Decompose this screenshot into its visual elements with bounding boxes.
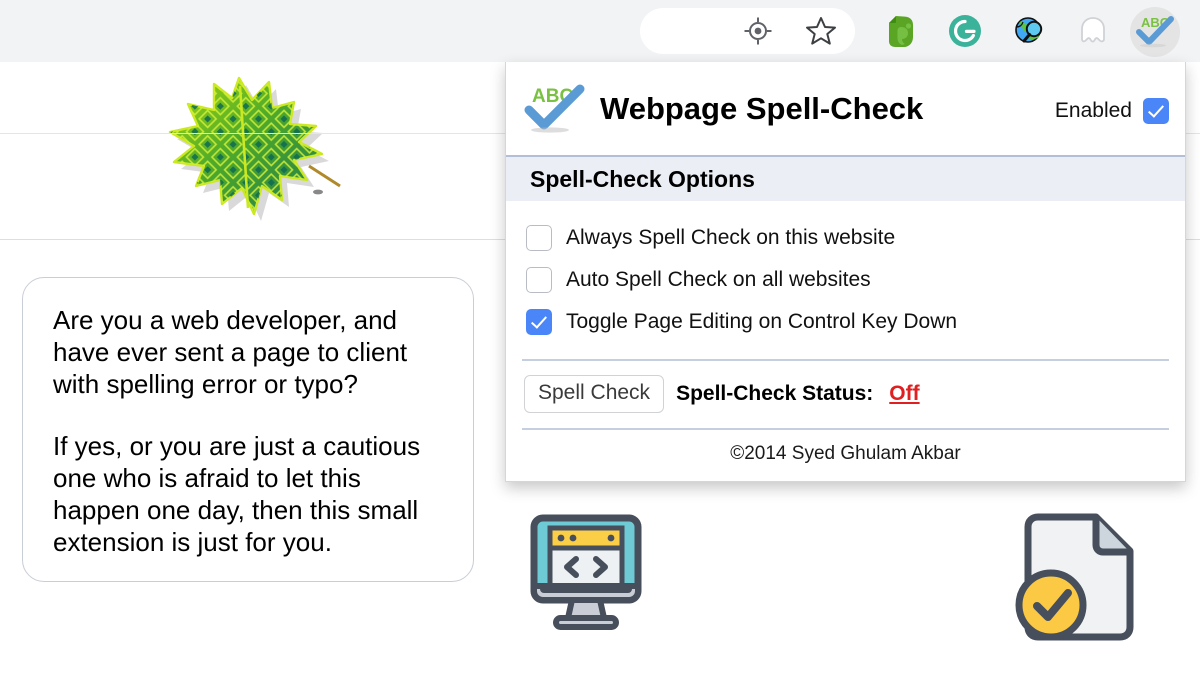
option-checkbox-auto-spell-check[interactable] — [526, 267, 552, 293]
code-monitor-icon — [512, 502, 660, 650]
option-row-auto-spell-check[interactable]: Auto Spell Check on all websites — [526, 259, 1185, 301]
enabled-checkbox[interactable] — [1143, 98, 1169, 124]
option-checkbox-toggle-page-editing[interactable] — [526, 309, 552, 335]
options-list: Always Spell Check on this website Auto … — [506, 201, 1185, 349]
globe-search-icon[interactable] — [1007, 8, 1053, 54]
popup-copyright: ©2014 Syed Ghulam Akbar — [730, 443, 961, 465]
document-check-icon — [1010, 505, 1150, 655]
option-label-auto-spell-check: Auto Spell Check on all websites — [566, 268, 871, 291]
bookmark-star-icon[interactable] — [798, 8, 844, 54]
option-label-always-spell-check: Always Spell Check on this website — [566, 226, 896, 249]
popup-title: Webpage Spell-Check — [600, 90, 924, 126]
spell-check-status-value: Off — [889, 382, 920, 406]
option-row-toggle-page-editing[interactable]: Toggle Page Editing on Control Key Down — [526, 301, 1185, 343]
abc-checkmark-logo-icon: ABC — [522, 81, 590, 137]
option-label-toggle-page-editing: Toggle Page Editing on Control Key Down — [566, 310, 958, 333]
option-checkbox-always-spell-check[interactable] — [526, 225, 552, 251]
browser-toolbar: ABC — [0, 0, 1200, 62]
ghost-icon[interactable] — [1070, 8, 1116, 54]
option-row-always-spell-check[interactable]: Always Spell Check on this website — [526, 217, 1185, 259]
evernote-icon[interactable] — [878, 8, 924, 54]
intro-paragraph-2: If yes, or you are just a cautious one w… — [53, 431, 421, 557]
location-target-icon[interactable] — [735, 8, 781, 54]
enabled-label: Enabled — [1054, 99, 1132, 122]
leaf-logo-image — [140, 62, 360, 227]
enabled-toggle-group[interactable]: Enabled — [1055, 98, 1169, 124]
options-section-header: Spell-Check Options — [506, 155, 1185, 201]
webpage-spell-check-icon[interactable]: ABC — [1132, 8, 1178, 54]
intro-paragraph-1: Are you a web developer, and have ever s… — [53, 305, 408, 399]
screenshot-root: ABC Are you a web developer, and have ev… — [0, 0, 1200, 675]
options-section-header-label: Spell-Check Options — [530, 165, 755, 192]
spell-check-popup: ABC Webpage Spell-Check Enabled Spell-Ch… — [505, 62, 1186, 482]
intro-text-card: Are you a web developer, and have ever s… — [22, 277, 474, 582]
spell-check-button[interactable]: Spell Check — [524, 375, 665, 414]
popup-header: ABC Webpage Spell-Check Enabled — [506, 62, 1185, 155]
popup-action-row: Spell Check Spell-Check Status: Off — [506, 361, 1185, 414]
spell-check-status-label: Spell-Check Status: — [676, 382, 874, 406]
grammarly-icon[interactable] — [942, 8, 988, 54]
